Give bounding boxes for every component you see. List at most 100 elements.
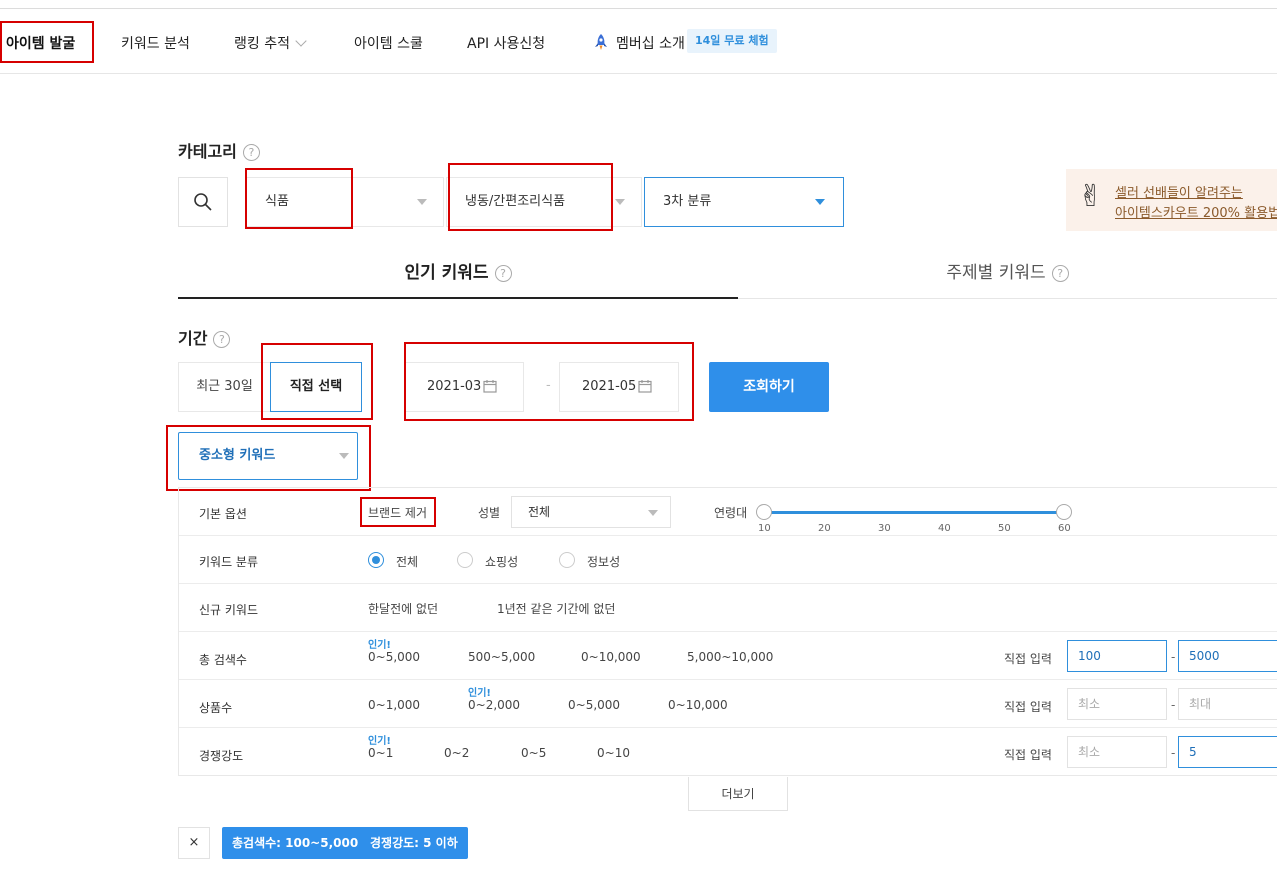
total-search-max-input[interactable]: 5000: [1178, 640, 1277, 672]
category-level1-select[interactable]: 식품: [246, 177, 444, 227]
nav-item-membership[interactable]: 멤버십 소개: [592, 33, 685, 53]
filter-row-new-keyword: 신규 키워드 한달전에 없던 1년전 같은 기간에 없던: [179, 584, 1277, 632]
period-label: 기간: [178, 329, 208, 348]
total-search-option[interactable]: 500~5,000: [468, 650, 535, 664]
manual-input-label: 직접 입력: [1004, 652, 1052, 666]
filter-label: 키워드 분류: [199, 555, 259, 569]
manual-input-label: 직접 입력: [1004, 748, 1052, 762]
keyword-type-select[interactable]: 중소형 키워드: [178, 432, 358, 480]
age-tick: 30: [878, 523, 891, 534]
date-range-dash: -: [546, 378, 551, 393]
promo-banner[interactable]: ✌ 셀러 선배들이 알려주는 아이템스카우트 200% 활용법: [1066, 169, 1277, 231]
gender-label: 성별: [478, 506, 501, 520]
nav-item-item-school[interactable]: 아이템 스쿨: [354, 33, 423, 53]
tab-topic-keywords[interactable]: 주제별 키워드?: [738, 248, 1277, 299]
product-count-option[interactable]: 0~10,000: [668, 698, 728, 712]
age-slider-track[interactable]: [764, 511, 1064, 514]
search-submit-button[interactable]: 조회하기: [709, 362, 829, 412]
help-icon[interactable]: ?: [213, 331, 231, 348]
period-recent-30-button[interactable]: 최근 30일: [178, 362, 270, 412]
radio-all-label[interactable]: 전체: [396, 553, 418, 570]
top-nav: 아이템 발굴 키워드 분석 랭킹 추적 아이템 스쿨 API 사용신청 멤버십 …: [0, 9, 1277, 74]
clear-filters-button[interactable]: ×: [178, 827, 210, 859]
total-search-option[interactable]: 0~5,000: [368, 650, 420, 664]
filter-row-total-search: 총 검색수 인기! 0~5,000 500~5,000 0~10,000 5,0…: [179, 632, 1277, 680]
brand-exclude-option[interactable]: 브랜드 제거: [368, 504, 427, 521]
radio-shopping-label[interactable]: 쇼핑성: [485, 553, 518, 570]
category-level3-select[interactable]: 3차 분류: [644, 177, 844, 227]
tab-topic-label: 주제별 키워드: [946, 263, 1046, 283]
category-search-button[interactable]: [178, 177, 228, 227]
nav-item-membership-label: 멤버십 소개: [616, 36, 685, 52]
nav-item-item-discovery[interactable]: 아이템 발굴: [6, 33, 75, 53]
filter-row-product-count: 상품수 인기! 0~1,000 0~2,000 0~5,000 0~10,000…: [179, 680, 1277, 728]
start-date-value: 2021-03: [427, 379, 482, 394]
radio-shopping[interactable]: [457, 552, 473, 568]
competition-option[interactable]: 0~1: [368, 746, 393, 760]
radio-all[interactable]: [368, 552, 384, 568]
filter-label: 기본 옵션: [199, 507, 247, 521]
filter-row-basic: 기본 옵션 브랜드 제거 성별 전체 연령대 10 20 30 40 50 60: [179, 488, 1277, 536]
competition-option[interactable]: 0~5: [521, 746, 546, 760]
age-slider-min-handle[interactable]: [756, 504, 772, 520]
nav-item-ranking-label: 랭킹 추적: [234, 36, 290, 52]
period-section-label: 기간?: [178, 325, 231, 349]
filter-label: 신규 키워드: [199, 603, 259, 617]
radio-info-label[interactable]: 정보성: [587, 553, 620, 570]
start-date-input[interactable]: 2021-03: [404, 362, 524, 412]
nav-item-ranking[interactable]: 랭킹 추적: [234, 33, 307, 53]
filter-label: 상품수: [199, 701, 233, 715]
search-icon: [194, 193, 212, 211]
help-icon[interactable]: ?: [494, 265, 512, 282]
total-search-option[interactable]: 5,000~10,000: [687, 650, 773, 664]
age-slider-max-handle[interactable]: [1056, 504, 1072, 520]
trial-badge[interactable]: 14일 무료 체험: [687, 29, 777, 53]
more-button[interactable]: 더보기: [688, 777, 788, 811]
range-dash: -: [1171, 746, 1176, 760]
product-count-max-input[interactable]: 최대: [1178, 688, 1277, 720]
nav-item-api[interactable]: API 사용신청: [467, 33, 545, 53]
calendar-icon: [638, 380, 652, 393]
new-keyword-option[interactable]: 한달전에 없던: [368, 600, 438, 617]
new-keyword-option[interactable]: 1년전 같은 기간에 없던: [497, 600, 615, 617]
calendar-icon: [483, 380, 497, 393]
radio-info[interactable]: [559, 552, 575, 568]
category-level2-select[interactable]: 냉동/간편조리식품: [446, 177, 642, 227]
product-count-option[interactable]: 0~5,000: [568, 698, 620, 712]
product-count-min-input[interactable]: 최소: [1067, 688, 1167, 720]
total-search-min-input[interactable]: 100: [1067, 640, 1167, 672]
age-label: 연령대: [714, 506, 748, 520]
filter-chip-total-search[interactable]: 총검색수: 100~5,000: [222, 827, 369, 859]
gender-value: 전체: [528, 505, 551, 519]
category-level2-value: 냉동/간편조리식품: [465, 194, 566, 209]
help-icon[interactable]: ?: [1051, 265, 1069, 282]
gender-select[interactable]: 전체: [511, 496, 671, 528]
hot-badge: 인기!: [368, 640, 391, 651]
promo-line1[interactable]: 셀러 선배들이 알려주는: [1115, 182, 1243, 201]
tab-popular-label: 인기 키워드: [404, 263, 489, 283]
keyword-type-value: 중소형 키워드: [199, 448, 276, 463]
product-count-option[interactable]: 0~2,000: [468, 698, 520, 712]
help-icon[interactable]: ?: [242, 144, 260, 161]
dropdown-arrow-icon: [615, 199, 625, 205]
dropdown-arrow-icon: [815, 199, 825, 205]
nav-item-keyword-analysis[interactable]: 키워드 분석: [121, 33, 190, 53]
competition-max-input[interactable]: 5: [1178, 736, 1277, 768]
total-search-option[interactable]: 0~10,000: [581, 650, 641, 664]
competition-option[interactable]: 0~10: [597, 746, 630, 760]
end-date-input[interactable]: 2021-05: [559, 362, 679, 412]
competition-min-input[interactable]: 최소: [1067, 736, 1167, 768]
hot-badge: 인기!: [468, 688, 491, 699]
promo-line2[interactable]: 아이템스카우트 200% 활용법: [1115, 202, 1277, 221]
tab-popular-keywords[interactable]: 인기 키워드?: [178, 248, 738, 299]
filter-chip-competition[interactable]: 경쟁강도: 5 이하: [360, 827, 468, 859]
dropdown-arrow-icon: [339, 453, 349, 459]
product-count-option[interactable]: 0~1,000: [368, 698, 420, 712]
period-custom-button[interactable]: 직접 선택: [270, 362, 362, 412]
category-section-label: 카테고리?: [178, 138, 260, 162]
hot-badge: 인기!: [368, 736, 391, 747]
victory-hand-icon: ✌: [1078, 179, 1104, 214]
competition-option[interactable]: 0~2: [444, 746, 469, 760]
dropdown-arrow-icon: [417, 199, 427, 205]
range-dash: -: [1171, 698, 1176, 712]
